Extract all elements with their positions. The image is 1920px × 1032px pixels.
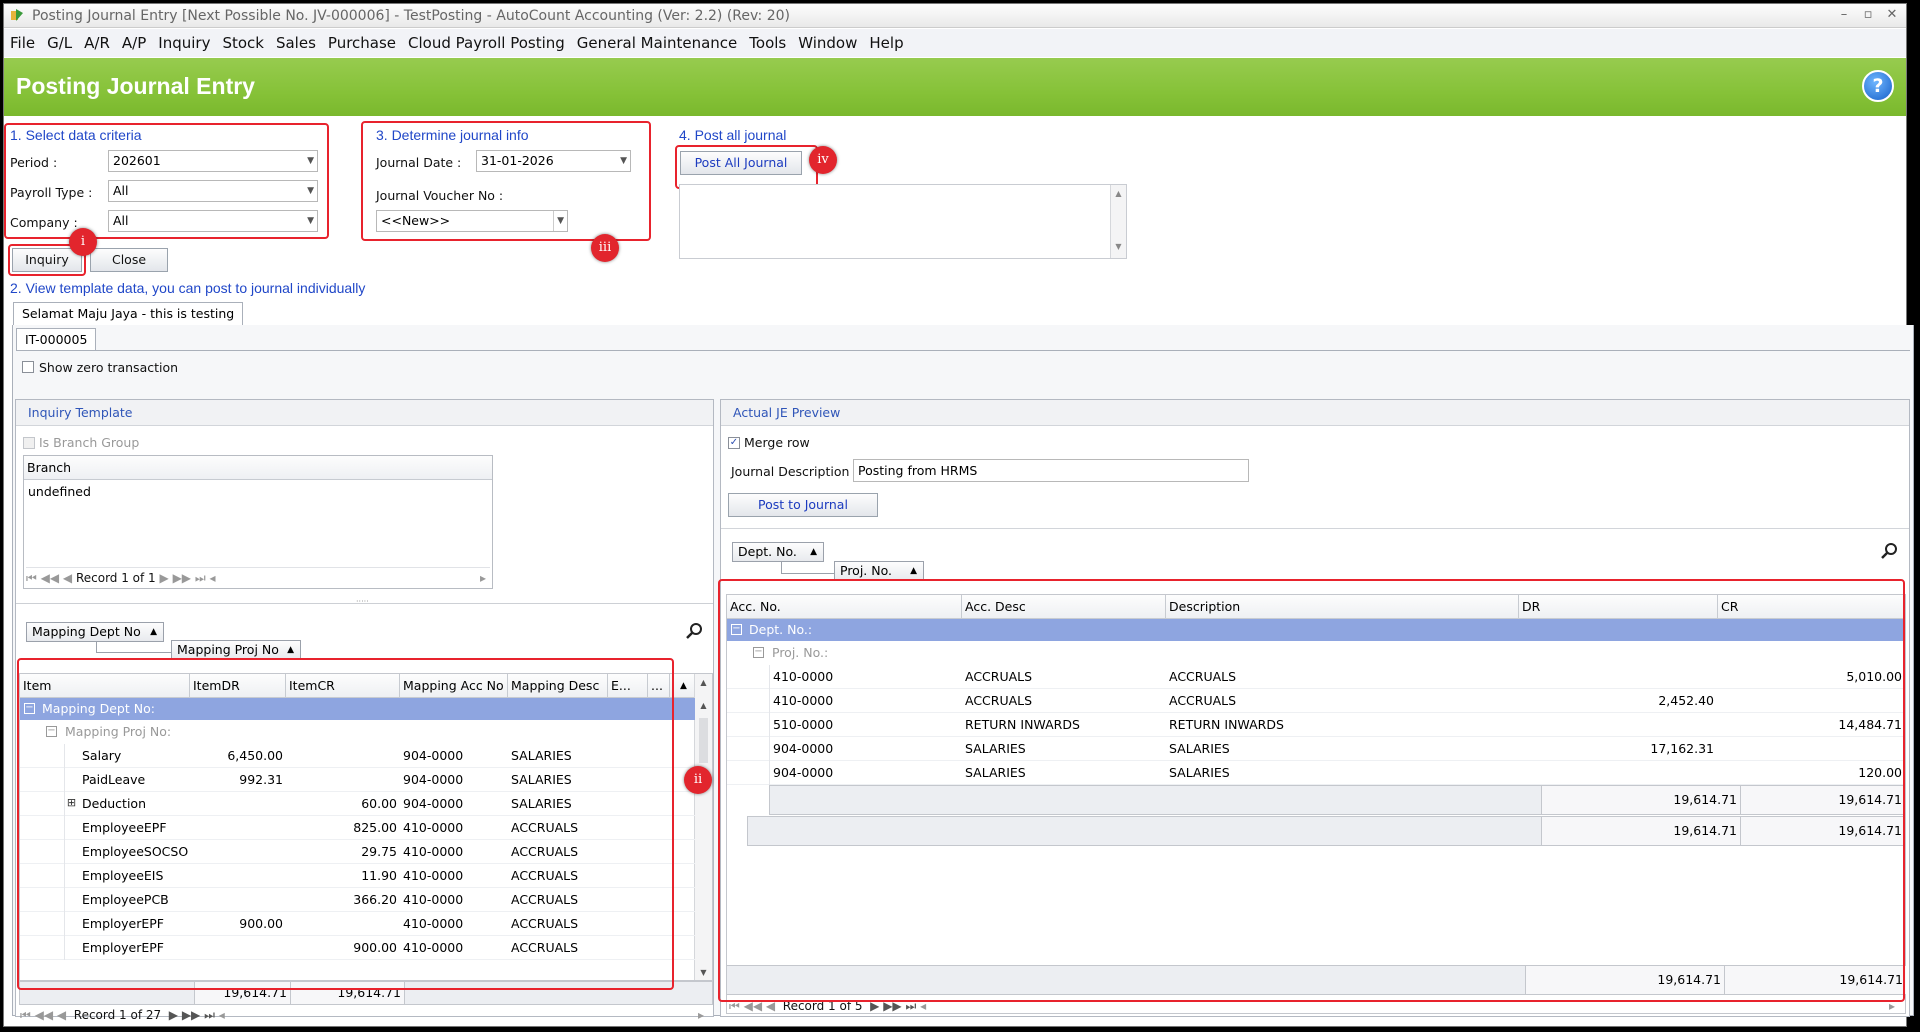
badge-iii: iii <box>591 234 619 262</box>
scroll-top-icon[interactable]: ▲ <box>695 678 712 687</box>
merge-row-checkbox[interactable]: ✓ <box>728 437 740 449</box>
badge-iv: iv <box>809 146 837 174</box>
group-chip-proj[interactable]: Proj. No. ▲ <box>834 561 924 581</box>
menu-item-file[interactable]: File <box>4 29 41 57</box>
menu-item-tools[interactable]: Tools <box>743 29 792 57</box>
highlight-step4 <box>675 145 818 189</box>
group-chip-mapping-dept[interactable]: Mapping Dept No ▲ <box>26 622 164 642</box>
show-zero-label: Show zero transaction <box>39 360 179 375</box>
close-button[interactable]: Close <box>90 248 168 272</box>
nav-first-icon[interactable]: ⏮ ◀◀ ◀ <box>26 571 72 585</box>
chip-label: Dept. No. <box>738 544 797 559</box>
menu-bar: File G/L A/R A/P Inquiry Stock Sales Purchase Cl… <box>4 29 1906 57</box>
search-icon[interactable] <box>686 622 704 640</box>
menu-item-purchase[interactable]: Purchase <box>322 29 402 57</box>
highlight-step3 <box>361 121 651 241</box>
splitter-grip-icon[interactable]: ····· <box>356 597 369 606</box>
sort-up-icon: ▲ <box>150 627 157 637</box>
branch-grid: Branch undefined ⏮ ◀◀ ◀ Record 1 of 1 ▶ … <box>23 455 493 589</box>
inquiry-template-header: Inquiry Template <box>16 400 713 426</box>
menu-item-stock[interactable]: Stock <box>216 29 270 57</box>
scroll-left-icon[interactable]: ◂ <box>219 1008 225 1022</box>
sort-up-icon: ▲ <box>910 566 917 576</box>
je-preview-header: Actual JE Preview <box>721 400 1909 426</box>
menu-item-sales[interactable]: Sales <box>270 29 322 57</box>
menu-item-a-p[interactable]: A/P <box>116 29 152 57</box>
journal-description-label: Journal Description : <box>731 464 858 479</box>
menu-item-help[interactable]: Help <box>863 29 909 57</box>
highlight-je-grid <box>718 579 1905 1002</box>
step4-title: 4. Post all journal <box>679 127 787 143</box>
menu-item-inquiry[interactable]: Inquiry <box>152 29 216 57</box>
help-icon[interactable]: ? <box>1862 70 1894 102</box>
scroll-thumb[interactable] <box>699 718 708 763</box>
mapping-scrollbar[interactable]: ▲ ▲ ▼ <box>694 674 712 980</box>
branch-column-header[interactable]: Branch <box>24 456 492 480</box>
menu-item-window[interactable]: Window <box>792 29 863 57</box>
page-banner: Posting Journal Entry ? <box>4 58 1906 116</box>
badge-ii: ii <box>684 766 712 794</box>
scroll-down-icon[interactable]: ▼ <box>695 968 712 977</box>
app-logo-icon <box>11 9 23 21</box>
show-zero-checkbox[interactable] <box>22 361 34 373</box>
journal-description-input[interactable]: Posting from HRMS <box>853 459 1249 482</box>
menu-item-g-l[interactable]: G/L <box>41 29 78 57</box>
is-branch-label: Is Branch Group <box>39 435 140 450</box>
window-title: Posting Journal Entry [Next Possible No.… <box>32 8 790 24</box>
group-chip-dept[interactable]: Dept. No. ▲ <box>732 542 824 562</box>
nav-last-icon[interactable]: ▶ ▶▶ ⏭ <box>169 1008 215 1022</box>
highlight-mapping-grid <box>17 658 674 990</box>
main-window: Posting Journal Entry [Next Possible No.… <box>3 3 1914 1027</box>
step2-title: 2. View template data, you can post to j… <box>10 280 366 296</box>
chip-label: Proj. No. <box>840 563 893 578</box>
menu-item-a-r[interactable]: A/R <box>78 29 116 57</box>
branch-record-label: Record 1 of 1 <box>75 571 156 585</box>
chip-connector <box>781 573 834 574</box>
title-bar: Posting Journal Entry [Next Possible No.… <box>4 4 1906 28</box>
sort-up-icon: ▲ <box>287 645 294 655</box>
mapping-record-label: Record 1 of 27 <box>73 1008 162 1022</box>
badge-i: i <box>69 228 97 256</box>
log-scrollbar[interactable]: ▲ ▼ <box>1110 185 1126 258</box>
sort-up-icon: ▲ <box>810 547 817 557</box>
post-log-box[interactable]: ▲ ▼ <box>679 184 1127 259</box>
chip-connector <box>96 652 181 653</box>
nav-last-icon[interactable]: ▶ ▶▶ ⏭ ◂ <box>160 571 216 585</box>
menu-item-cloud-payroll-posting[interactable]: Cloud Payroll Posting <box>402 29 571 57</box>
is-branch-checkbox[interactable] <box>23 437 35 449</box>
chip-label: Mapping Dept No <box>32 624 141 639</box>
divider <box>721 528 1909 529</box>
scroll-right-icon[interactable]: ▸ <box>480 568 486 588</box>
restore-icon[interactable]: ▫ <box>1858 6 1878 24</box>
merge-row-label: Merge row <box>744 435 810 450</box>
highlight-step1 <box>4 123 329 239</box>
branch-record-nav: ⏮ ◀◀ ◀ Record 1 of 1 ▶ ▶▶ ⏭ ◂ ▸ <box>26 567 490 587</box>
tab2-divider <box>16 350 1910 351</box>
group-chip-mapping-proj[interactable]: Mapping Proj No ▲ <box>171 640 301 660</box>
branch-grid-header: Branch <box>24 456 492 480</box>
tab-company[interactable]: Selamat Maju Jaya - this is testing <box>13 302 244 326</box>
scroll-up-icon[interactable]: ▲ <box>695 701 712 710</box>
chip-label: Mapping Proj No <box>177 642 279 657</box>
menu-item-general-maintenance[interactable]: General Maintenance <box>571 29 743 57</box>
close-icon[interactable]: ✕ <box>1882 6 1902 24</box>
nav-first-icon[interactable]: ⏮ ◀◀ ◀ <box>20 1008 66 1022</box>
page-title: Posting Journal Entry <box>16 73 255 99</box>
scroll-right-icon[interactable]: ▸ <box>698 1006 704 1024</box>
minimize-icon[interactable]: – <box>1834 6 1854 24</box>
sort-up-icon[interactable]: ▲ <box>672 674 692 698</box>
tab-document[interactable]: IT-000005 <box>16 328 97 350</box>
search-icon[interactable] <box>1881 542 1899 560</box>
post-to-journal-button[interactable]: Post to Journal <box>728 493 878 517</box>
mapping-record-nav: ⏮ ◀◀ ◀ Record 1 of 27 ▶ ▶▶ ⏭ ◂ ▸ <box>20 1006 710 1024</box>
branch-value: undefined <box>28 484 91 499</box>
